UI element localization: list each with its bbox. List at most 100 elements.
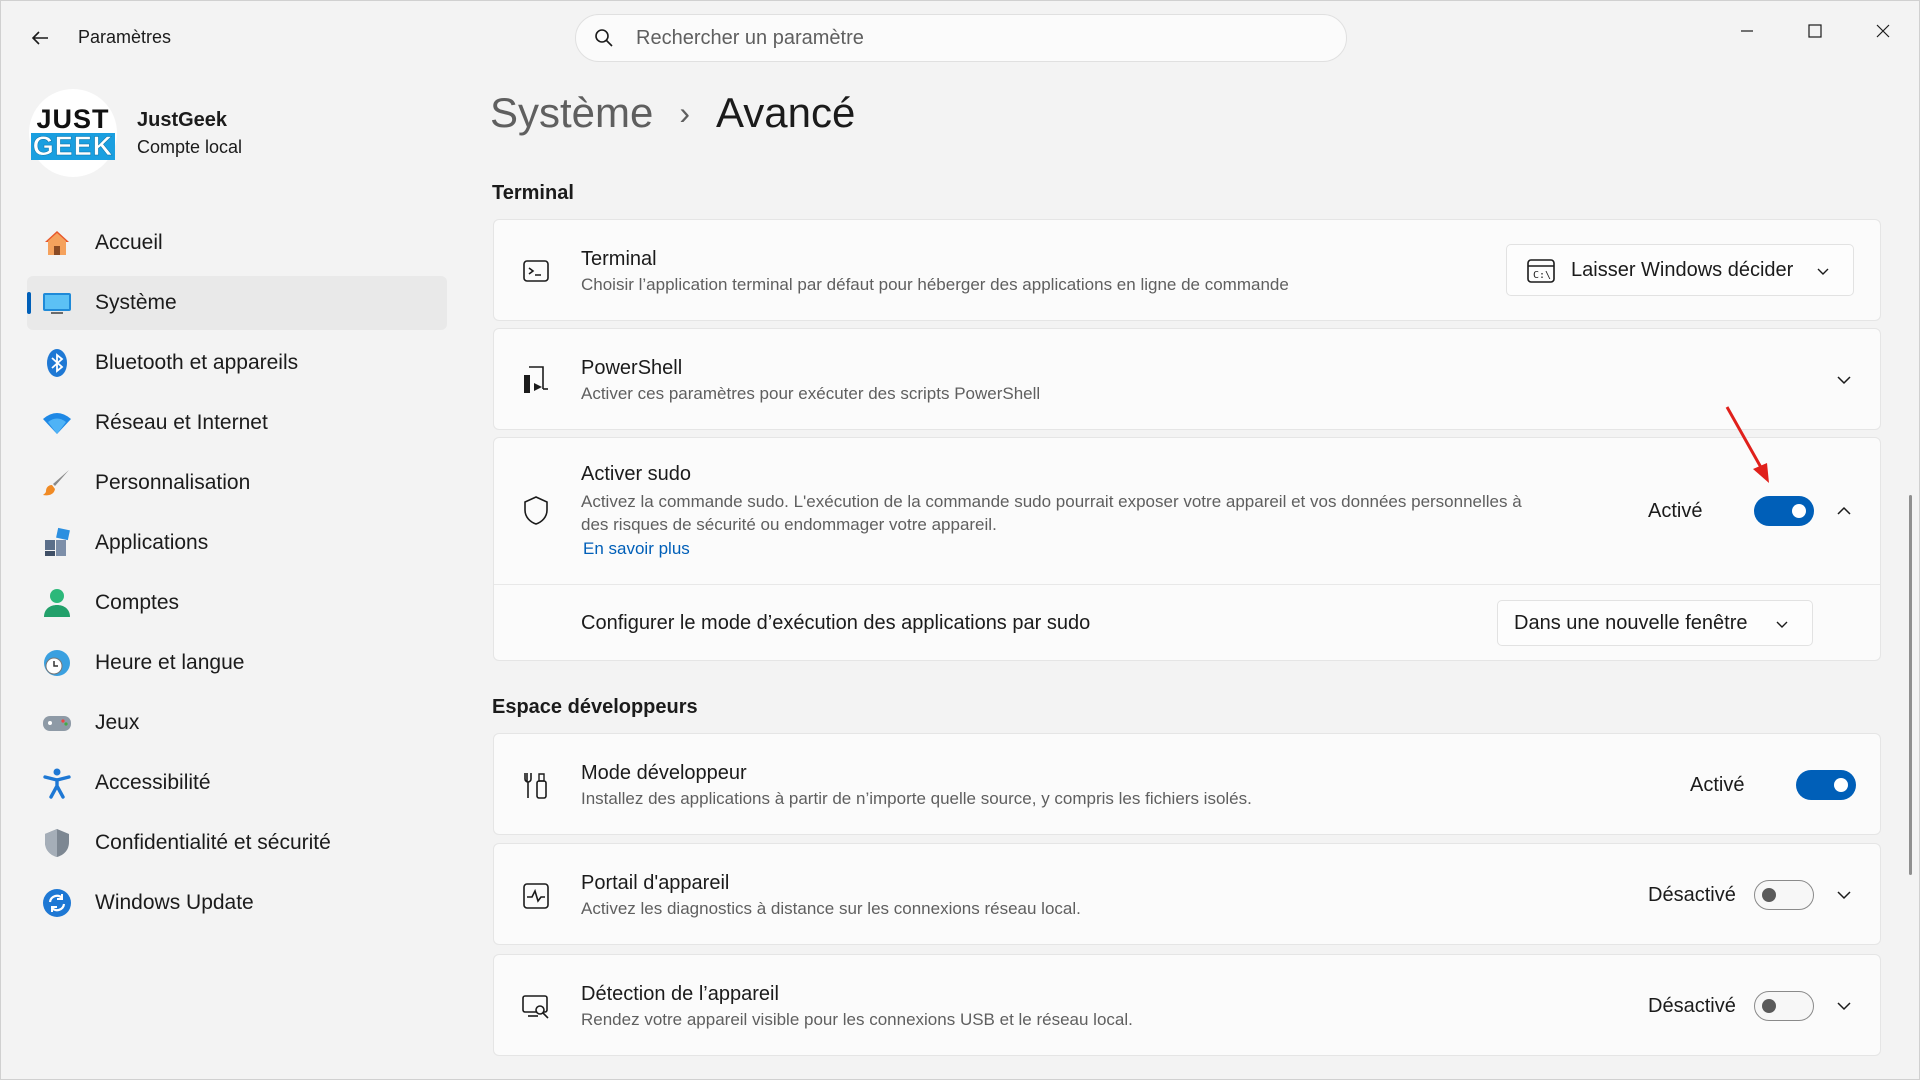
chevron-down-icon[interactable] [1832,368,1856,392]
minimize-icon [1741,30,1753,32]
device-discovery-toggle[interactable] [1754,991,1814,1021]
diagnostics-icon [520,880,552,912]
sidebar-item-personnalisation[interactable]: Personnalisation [27,456,447,510]
card-description: Installez des applications à partir de n… [581,789,1252,808]
terminal-icon [520,255,552,287]
title-bar: Paramètres [1,1,1920,75]
section-title-terminal: Terminal [492,182,574,204]
profile-name: JustGeek [137,108,228,131]
terminal-app-icon: C:\ [1527,258,1555,290]
terminal-card: Terminal Choisir l’application terminal … [493,219,1881,321]
device-portal-toggle[interactable] [1754,880,1814,910]
maximize-button[interactable] [1787,11,1843,51]
card-description-line1: Activez la commande sudo. L'exécution de… [581,492,1522,511]
update-icon [41,887,73,919]
sidebar-item-label: Heure et langue [95,651,245,674]
card-description: Activer ces paramètres pour exécuter des… [581,384,1041,403]
sidebar-item-jeux[interactable]: Jeux [27,696,447,750]
apps-icon [41,527,73,559]
sidebar-item-bluetooth[interactable]: Bluetooth et appareils [27,336,447,390]
sidebar-item-label: Personnalisation [95,471,251,494]
person-icon [41,587,73,619]
sidebar-item-confidentialite[interactable]: Confidentialité et sécurité [27,816,447,870]
gamepad-icon [41,707,73,739]
back-button[interactable] [23,21,57,55]
sidebar-item-label: Réseau et Internet [95,411,268,434]
chevron-down-icon [1770,612,1794,636]
section-title-dev: Espace développeurs [492,696,698,718]
card-description: Activez les diagnostics à distance sur l… [581,899,1081,918]
maximize-icon [1808,24,1822,38]
toggle-state-label: Activé [1690,774,1745,796]
sudo-toggle[interactable] [1754,496,1814,526]
brush-icon [41,467,73,499]
sidebar-item-label: Bluetooth et appareils [95,351,299,374]
terminal-dropdown-value: Laisser Windows décider [1571,258,1794,281]
sidebar-item-label: Accueil [95,231,163,254]
accessibility-icon [41,767,73,799]
chevron-down-icon[interactable] [1832,883,1856,907]
device-search-icon [520,991,552,1023]
toggle-state-label: Désactivé [1648,995,1736,1017]
sidebar-item-comptes[interactable]: Comptes [27,576,447,630]
card-title: Mode développeur [581,762,747,784]
logo-text-bottom: GEEK [30,131,116,161]
chevron-down-icon [1811,259,1835,283]
logo-text-top: JUST [36,104,110,134]
sudo-mode-label: Configurer le mode d’exécution des appli… [581,612,1091,634]
card-title: Terminal [581,248,657,270]
developer-mode-toggle[interactable] [1796,770,1856,800]
developer-mode-card: Mode développeur Installez des applicati… [493,733,1881,835]
scrollbar[interactable] [1909,495,1912,875]
search-input[interactable] [636,26,1316,50]
powershell-icon [520,364,552,396]
card-description: Rendez votre appareil visible pour les c… [581,1010,1133,1029]
sidebar-item-systeme[interactable]: Système [27,276,447,330]
shield-outline-icon [520,494,552,526]
user-profile[interactable]: JUST GEEK JustGeek Compte local [29,89,242,177]
sidebar-item-reseau[interactable]: Réseau et Internet [27,396,447,450]
sidebar-item-accessibilite[interactable]: Accessibilité [27,756,447,810]
sidebar-item-label: Confidentialité et sécurité [95,831,331,854]
sidebar-item-heure[interactable]: Heure et langue [27,636,447,690]
bluetooth-icon [41,347,73,379]
card-description-line2: des risques de sécurité ou endommager vo… [581,515,997,534]
system-icon [41,287,73,319]
svg-text:C:\: C:\ [1533,270,1551,281]
toggle-state-label: Désactivé [1648,884,1736,906]
terminal-dropdown[interactable]: C:\ Laisser Windows décider [1506,244,1854,296]
sidebar-item-label: Windows Update [95,891,254,914]
home-icon [41,227,73,259]
card-title: Portail d'appareil [581,872,730,894]
device-discovery-card[interactable]: Détection de l’appareil Rendez votre app… [493,954,1881,1056]
learn-more-link[interactable]: En savoir plus [583,539,690,559]
card-title: PowerShell [581,357,683,379]
powershell-card[interactable]: PowerShell Activer ces paramètres pour e… [493,328,1881,430]
search-box[interactable] [575,14,1347,62]
developer-tools-icon [520,770,552,802]
chevron-down-icon[interactable] [1832,994,1856,1018]
sidebar-item-applications[interactable]: Applications [27,516,447,570]
sidebar-item-accueil[interactable]: Accueil [27,216,447,270]
breadcrumb-parent[interactable]: Système [490,89,653,137]
chevron-up-icon[interactable] [1832,499,1856,523]
sudo-mode-dropdown-value: Dans une nouvelle fenêtre [1514,611,1748,634]
profile-info: JustGeek Compte local [137,109,242,158]
shield-icon [41,827,73,859]
device-portal-card[interactable]: Portail d'appareil Activez les diagnosti… [493,843,1881,945]
minimize-button[interactable] [1719,11,1775,51]
clock-globe-icon [41,647,73,679]
card-description: Choisir l’application terminal par défau… [581,275,1289,294]
card-title: Activer sudo [581,463,692,485]
sidebar-item-label: Jeux [95,711,140,734]
card-title: Détection de l’appareil [581,983,779,1005]
sidebar-item-windows-update[interactable]: Windows Update [27,876,447,930]
sudo-mode-dropdown[interactable]: Dans une nouvelle fenêtre [1497,600,1813,646]
avatar: JUST GEEK [29,89,117,177]
sudo-card: Activer sudo Activez la commande sudo. L… [493,437,1881,661]
search-icon [595,29,613,47]
close-icon [1876,24,1890,38]
close-button[interactable] [1855,11,1911,51]
sidebar-item-label: Accessibilité [95,771,211,794]
breadcrumb: Système › Avancé [490,89,855,137]
